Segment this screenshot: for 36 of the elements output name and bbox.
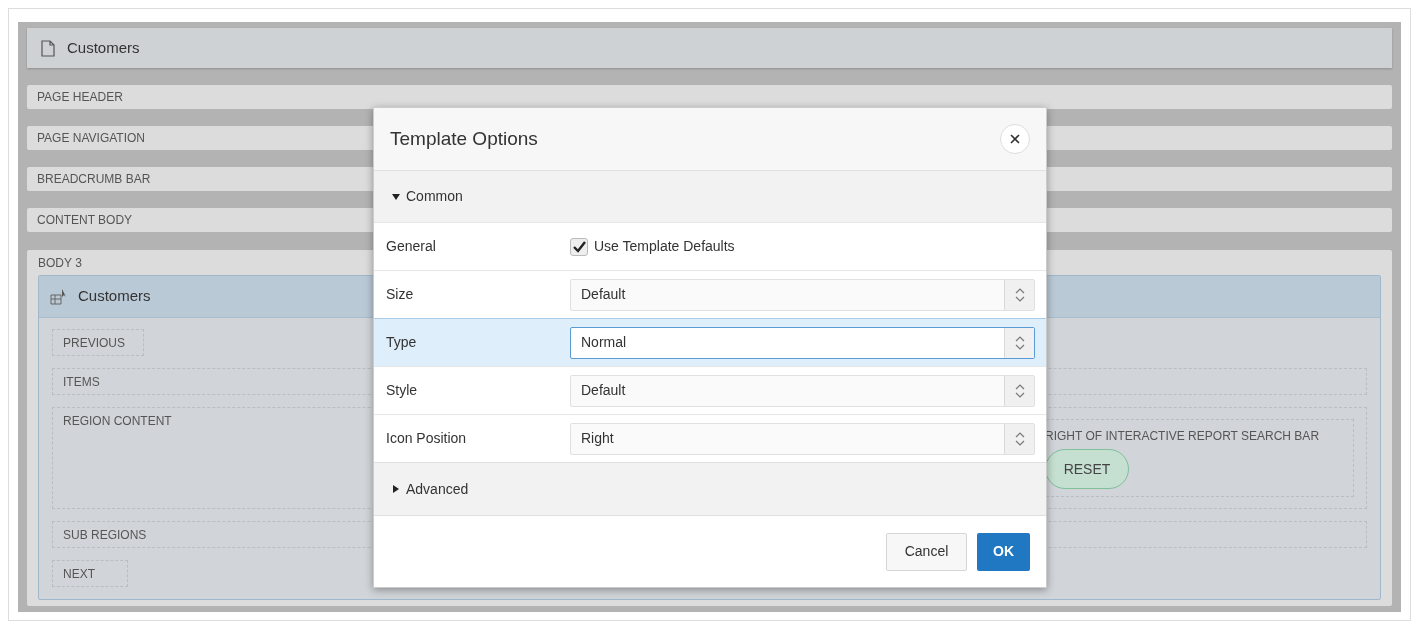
layout-section: PAGE HEADER — [27, 85, 1392, 109]
body-label: BODY 3 — [38, 254, 83, 272]
section-toggle[interactable]: Common — [374, 170, 1046, 222]
option-label: Icon Position — [385, 429, 468, 448]
caret-right-icon — [392, 485, 400, 493]
cancel-button[interactable]: Cancel — [886, 532, 967, 571]
checkbox[interactable] — [570, 237, 588, 256]
caret-down-icon — [392, 192, 400, 201]
option-label: General — [385, 237, 437, 256]
close-button[interactable] — [1000, 124, 1030, 154]
select-field[interactable]: Right — [570, 422, 1035, 455]
stepper-icon — [1004, 279, 1034, 310]
next-slot: NEXT — [52, 560, 128, 587]
stepper-icon — [1004, 423, 1034, 454]
page-icon — [41, 39, 55, 57]
previous-slot: PREVIOUS — [52, 329, 144, 356]
stepper-icon — [1004, 327, 1034, 358]
option-label: Size — [385, 285, 415, 304]
region-title: Customers — [78, 286, 151, 307]
ok-button[interactable]: OK — [977, 532, 1030, 571]
report-icon — [50, 288, 68, 305]
select-field[interactable]: Normal — [570, 326, 1035, 359]
select-value: Right — [580, 429, 615, 448]
close-icon — [1010, 134, 1020, 144]
select-value: Normal — [580, 333, 628, 352]
section-toggle[interactable]: Advanced — [374, 462, 1046, 515]
reset-button[interactable]: RESET — [1045, 449, 1129, 489]
dialog-title: Template Options — [390, 126, 538, 151]
region-content-label: REGION CONTENT — [63, 413, 172, 430]
option-label: Type — [385, 333, 418, 352]
page-title: Customers — [67, 37, 140, 58]
checkbox-option[interactable]: Use Template Defaults — [570, 236, 735, 257]
select-field[interactable]: Default — [570, 278, 1035, 311]
select-value: Default — [580, 285, 627, 304]
stepper-icon — [1004, 375, 1034, 406]
select-field[interactable]: Default — [570, 374, 1035, 407]
